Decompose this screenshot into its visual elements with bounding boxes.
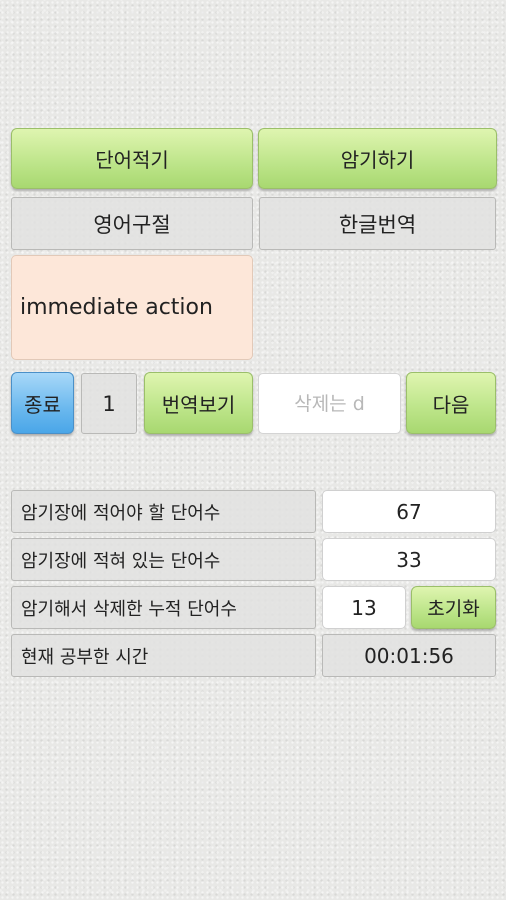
english-phrase-header: 영어구절	[11, 197, 253, 250]
words-to-write-label: 암기장에 적어야 할 단어수	[11, 490, 316, 533]
korean-translation-header: 한글번역	[259, 197, 496, 250]
show-translation-button[interactable]: 번역보기	[144, 372, 253, 434]
next-button[interactable]: 다음	[406, 372, 496, 434]
exit-button[interactable]: 종료	[11, 372, 74, 434]
words-to-write-value: 67	[322, 490, 496, 533]
word-index: 1	[81, 373, 137, 434]
delete-input[interactable]	[258, 373, 401, 434]
korean-translation-display	[259, 255, 496, 360]
reset-button[interactable]: 초기화	[411, 586, 496, 629]
english-phrase-display: immediate action	[11, 255, 253, 360]
study-time-label: 현재 공부한 시간	[11, 634, 316, 677]
deleted-words-label: 암기해서 삭제한 누적 단어수	[11, 586, 316, 629]
study-time-value: 00:01:56	[322, 634, 496, 677]
words-written-label: 암기장에 적혀 있는 단어수	[11, 538, 316, 581]
memorize-button[interactable]: 암기하기	[258, 128, 497, 189]
write-words-button[interactable]: 단어적기	[11, 128, 253, 189]
deleted-words-value: 13	[322, 586, 406, 629]
words-written-value: 33	[322, 538, 496, 581]
